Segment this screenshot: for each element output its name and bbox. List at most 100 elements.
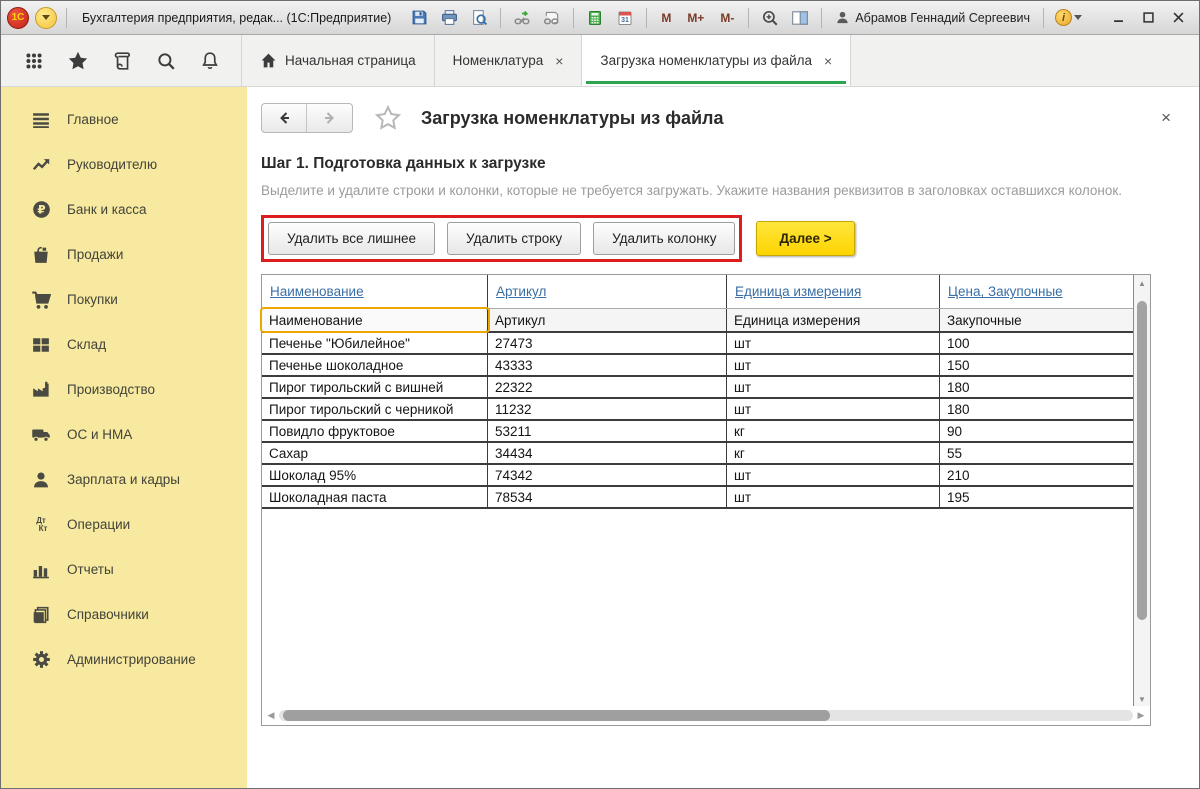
main-menu-button[interactable] — [35, 7, 57, 29]
cell-price[interactable]: 100 — [940, 333, 1133, 353]
close-window-button[interactable] — [1165, 7, 1191, 29]
cell-articul[interactable]: 27473 — [488, 333, 727, 353]
delete-all-button[interactable]: Удалить все лишнее — [268, 222, 435, 255]
cell-price[interactable]: 195 — [940, 487, 1133, 507]
horizontal-scrollbar[interactable]: ◀ ▶ — [263, 707, 1149, 724]
table-row[interactable]: Печенье шоколадное 43333 шт 150 — [262, 355, 1133, 377]
sidebar-item-directories[interactable]: Справочники — [1, 592, 247, 637]
tab-load-nomenclature[interactable]: Загрузка номенклатуры из файла × — [582, 35, 851, 86]
cell-articul[interactable]: 78534 — [488, 487, 727, 507]
sidebar-item-reports[interactable]: Отчеты — [1, 547, 247, 592]
forward-button[interactable] — [307, 104, 352, 132]
sidebar-item-operations[interactable]: ДтКт Операции — [1, 502, 247, 547]
close-form-button[interactable]: × — [1161, 108, 1171, 128]
print-button[interactable] — [437, 6, 461, 30]
cell-price[interactable]: 180 — [940, 399, 1133, 419]
table-row[interactable]: Пирог тирольский с вишней 22322 шт 180 — [262, 377, 1133, 399]
next-button[interactable]: Далее > — [756, 221, 854, 256]
minimize-button[interactable] — [1105, 7, 1131, 29]
table-row[interactable]: Наименование Артикул Единица измерения З… — [262, 309, 1133, 333]
cell-price[interactable]: 150 — [940, 355, 1133, 375]
cell-price[interactable]: Закупочные — [940, 309, 1133, 331]
horizontal-scroll-track[interactable] — [279, 710, 1133, 721]
cell-articul[interactable]: 11232 — [488, 399, 727, 419]
cell-unit[interactable]: Единица измерения — [727, 309, 940, 331]
sidebar-item-sales[interactable]: Продажи — [1, 232, 247, 277]
column-link[interactable]: Артикул — [496, 284, 546, 299]
calculator-button[interactable] — [583, 6, 607, 30]
link-go-button[interactable] — [510, 6, 534, 30]
favorite-toggle[interactable] — [375, 105, 401, 131]
cell-unit[interactable]: шт — [727, 355, 940, 375]
scroll-down-icon[interactable]: ▼ — [1134, 695, 1150, 704]
cell-articul[interactable]: Артикул — [488, 309, 727, 331]
cell-price[interactable]: 180 — [940, 377, 1133, 397]
cell-name[interactable]: Наименование — [262, 309, 488, 331]
memory-m-minus-button[interactable]: M- — [715, 9, 739, 27]
cell-articul[interactable]: 43333 — [488, 355, 727, 375]
sidebar-item-warehouse[interactable]: Склад — [1, 322, 247, 367]
zoom-button[interactable] — [758, 6, 782, 30]
cell-articul[interactable]: 74342 — [488, 465, 727, 485]
cell-name[interactable]: Повидло фруктовое — [262, 421, 488, 441]
tab-close-icon[interactable]: × — [555, 53, 563, 69]
sidebar-item-production[interactable]: Производство — [1, 367, 247, 412]
table-row[interactable]: Пирог тирольский с черникой 11232 шт 180 — [262, 399, 1133, 421]
cell-unit[interactable]: кг — [727, 443, 940, 463]
favorites-button[interactable] — [57, 43, 99, 79]
memory-m-plus-button[interactable]: M+ — [682, 9, 709, 27]
sidebar-item-payroll[interactable]: Зарплата и кадры — [1, 457, 247, 502]
cell-name[interactable]: Печенье шоколадное — [262, 355, 488, 375]
cell-articul[interactable]: 53211 — [488, 421, 727, 441]
sidebar-item-fixed-assets[interactable]: ОС и НМА — [1, 412, 247, 457]
tab-close-icon[interactable]: × — [824, 53, 832, 69]
preview-button[interactable] — [467, 6, 491, 30]
cell-name[interactable]: Сахар — [262, 443, 488, 463]
cell-price[interactable]: 90 — [940, 421, 1133, 441]
scroll-right-icon[interactable]: ▶ — [1133, 710, 1149, 721]
cell-unit[interactable]: шт — [727, 399, 940, 419]
tab-home[interactable]: Начальная страница — [241, 35, 435, 86]
cell-price[interactable]: 210 — [940, 465, 1133, 485]
sidebar-item-manager[interactable]: Руководителю — [1, 142, 247, 187]
column-header[interactable]: Артикул — [488, 275, 727, 308]
search-button[interactable] — [145, 43, 187, 79]
sidebar-item-main[interactable]: Главное — [1, 97, 247, 142]
save-button[interactable] — [407, 6, 431, 30]
table-row[interactable]: Шоколадная паста 78534 шт 195 — [262, 487, 1133, 509]
table-row[interactable]: Шоколад 95% 74342 шт 210 — [262, 465, 1133, 487]
calendar-button[interactable]: 31 — [613, 6, 637, 30]
cell-unit[interactable]: кг — [727, 421, 940, 441]
cell-unit[interactable]: шт — [727, 465, 940, 485]
back-button[interactable] — [262, 104, 307, 132]
cell-name[interactable]: Шоколад 95% — [262, 465, 488, 485]
vertical-scrollbar[interactable]: ▲ ▼ — [1133, 275, 1150, 706]
cell-name[interactable]: Шоколадная паста — [262, 487, 488, 507]
user-menu[interactable]: Абрамов Геннадий Сергеевич — [835, 10, 1030, 25]
vertical-scroll-thumb[interactable] — [1137, 301, 1147, 620]
notifications-button[interactable] — [189, 43, 231, 79]
column-link[interactable]: Цена, Закупочные — [948, 284, 1063, 299]
cell-unit[interactable]: шт — [727, 377, 940, 397]
cell-articul[interactable]: 34434 — [488, 443, 727, 463]
tab-nomenclature[interactable]: Номенклатура × — [435, 35, 583, 86]
table-row[interactable]: Печенье "Юбилейное" 27473 шт 100 — [262, 333, 1133, 355]
cell-name[interactable]: Пирог тирольский с черникой — [262, 399, 488, 419]
scroll-up-icon[interactable]: ▲ — [1134, 279, 1150, 288]
column-header[interactable]: Наименование — [262, 275, 488, 308]
column-link[interactable]: Наименование — [270, 284, 364, 299]
memory-m-button[interactable]: M — [656, 9, 676, 27]
cell-articul[interactable]: 22322 — [488, 377, 727, 397]
cell-name[interactable]: Пирог тирольский с вишней — [262, 377, 488, 397]
history-button[interactable] — [101, 43, 143, 79]
link-get-button[interactable] — [540, 6, 564, 30]
delete-column-button[interactable]: Удалить колонку — [593, 222, 735, 255]
info-button[interactable]: i — [1053, 6, 1084, 30]
cell-unit[interactable]: шт — [727, 333, 940, 353]
horizontal-scroll-thumb[interactable] — [283, 710, 830, 721]
table-row[interactable]: Сахар 34434 кг 55 — [262, 443, 1133, 465]
sidebar-item-administration[interactable]: Администрирование — [1, 637, 247, 682]
scroll-left-icon[interactable]: ◀ — [263, 710, 279, 721]
column-header[interactable]: Единица измерения — [727, 275, 940, 308]
delete-row-button[interactable]: Удалить строку — [447, 222, 581, 255]
